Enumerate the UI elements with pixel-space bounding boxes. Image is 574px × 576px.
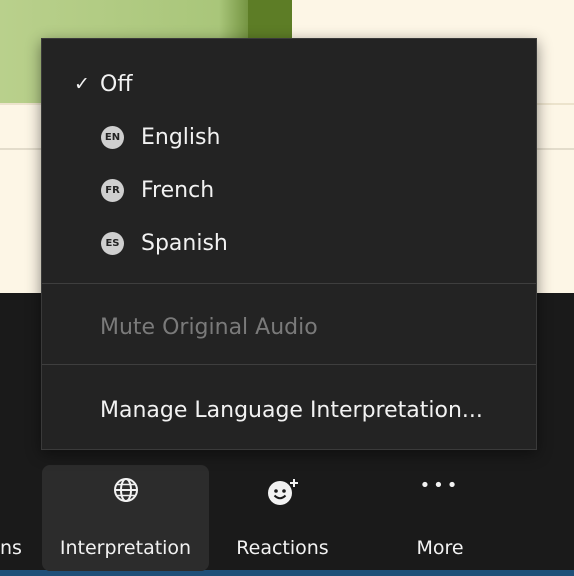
spanish-badge-icon: ES <box>101 231 124 255</box>
french-badge-icon: FR <box>101 178 124 202</box>
globe-icon <box>113 477 139 508</box>
menu-item-french[interactable]: FR French <box>42 173 536 207</box>
interpretation-button[interactable]: Interpretation <box>42 465 209 571</box>
english-badge-icon: EN <box>101 125 124 149</box>
menu-item-off[interactable]: ✓ Off <box>42 67 536 101</box>
smiley-plus-icon <box>266 477 300 512</box>
menu-item-mute-original-audio: Mute Original Audio <box>42 310 536 344</box>
menu-item-label: English <box>141 124 221 150</box>
more-button[interactable]: ••• More <box>390 465 490 571</box>
menu-item-label: Mute Original Audio <box>100 314 318 340</box>
checkmark-icon: ✓ <box>74 73 90 95</box>
interpretation-label: Interpretation <box>59 537 192 559</box>
menu-item-manage-interpretation[interactable]: Manage Language Interpretation... <box>42 393 536 427</box>
interpretation-menu: ✓ Off EN English FR French ES Spanish Mu… <box>41 38 537 450</box>
menu-item-english[interactable]: EN English <box>42 120 536 154</box>
reactions-label: Reactions <box>236 537 329 559</box>
reactions-button[interactable]: Reactions <box>225 465 340 571</box>
menu-divider <box>42 364 536 365</box>
menu-item-label: French <box>141 177 215 203</box>
more-label: More <box>416 537 464 559</box>
menu-item-label: Manage Language Interpretation... <box>100 397 483 423</box>
menu-item-label: Off <box>100 71 133 97</box>
menu-divider <box>42 283 536 284</box>
menu-item-label: Spanish <box>141 230 228 256</box>
menu-item-spanish[interactable]: ES Spanish <box>42 226 536 260</box>
toolbar-partial-label: ns <box>0 537 22 559</box>
ellipsis-icon: ••• <box>419 475 461 496</box>
